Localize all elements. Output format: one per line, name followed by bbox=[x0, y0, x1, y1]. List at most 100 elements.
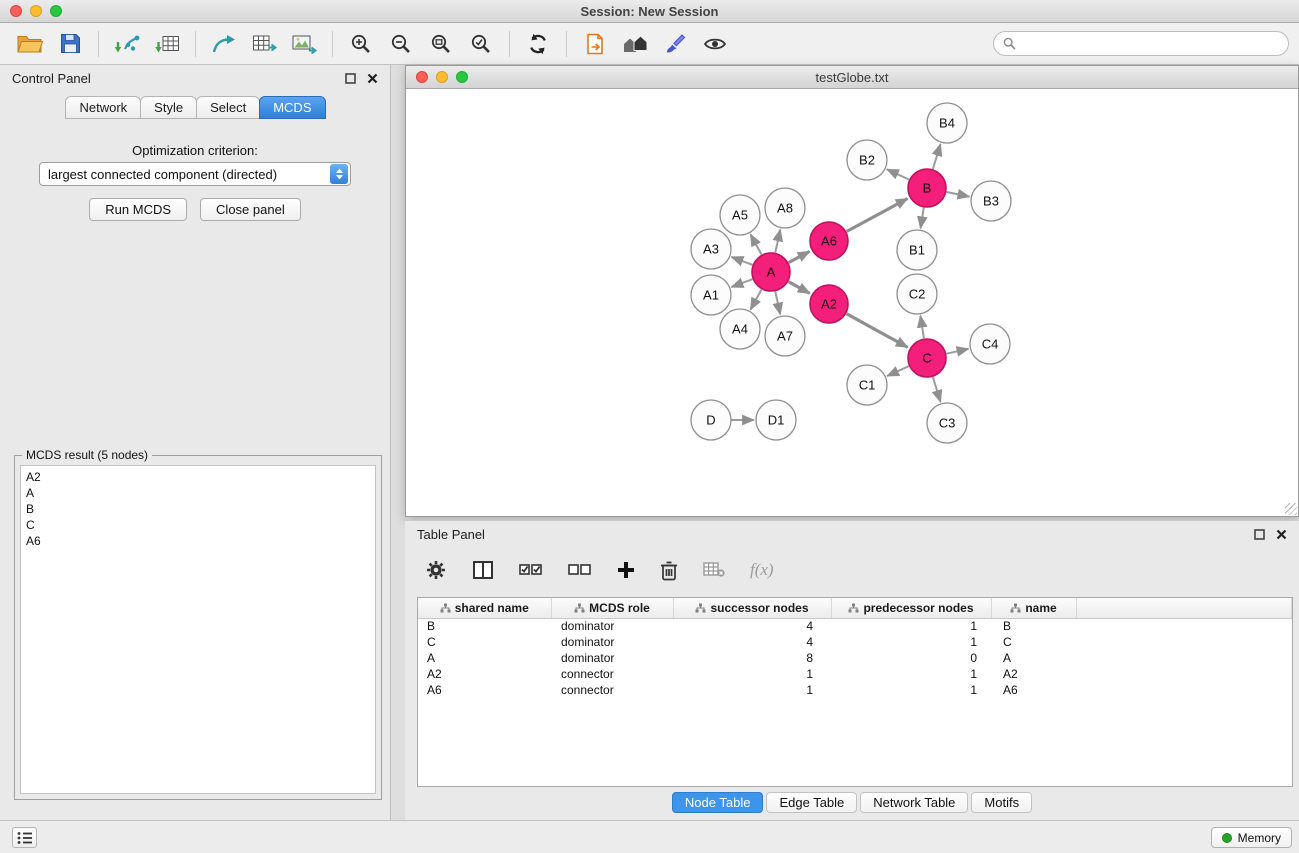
node-C4[interactable]: C4 bbox=[970, 324, 1010, 364]
column-header-mcds-role[interactable]: MCDS role bbox=[551, 598, 673, 618]
column-header-shared-name[interactable]: shared name bbox=[418, 598, 551, 618]
node-C3[interactable]: C3 bbox=[927, 403, 967, 443]
edge-A-A3[interactable] bbox=[732, 257, 753, 265]
cell-shared-name[interactable]: C bbox=[418, 634, 551, 650]
node-D[interactable]: D bbox=[691, 400, 731, 440]
edge-A-A6[interactable] bbox=[789, 251, 810, 262]
tab-node-table[interactable]: Node Table bbox=[672, 792, 764, 813]
node-D1[interactable]: D1 bbox=[756, 400, 796, 440]
optimization-criterion-select[interactable]: largest connected component (directed) bbox=[39, 162, 351, 186]
memory-button[interactable]: Memory bbox=[1211, 827, 1292, 848]
cell-shared-name[interactable]: B bbox=[418, 618, 551, 634]
mcds-result-item[interactable]: A6 bbox=[26, 533, 370, 549]
edge-A-A4[interactable] bbox=[751, 290, 762, 310]
edge-C-C4[interactable] bbox=[947, 349, 969, 354]
float-panel-icon[interactable] bbox=[345, 73, 356, 84]
node-A2[interactable]: A2 bbox=[810, 285, 848, 323]
tab-motifs[interactable]: Motifs bbox=[971, 792, 1032, 813]
edge-C-C1[interactable] bbox=[887, 366, 909, 376]
node-B3[interactable]: B3 bbox=[971, 181, 1011, 221]
edge-A-A1[interactable] bbox=[732, 279, 753, 287]
apply-preferred-layout-button[interactable] bbox=[520, 28, 556, 60]
resize-grip-icon[interactable] bbox=[1285, 503, 1297, 515]
save-session-button[interactable] bbox=[52, 28, 88, 60]
cell-predecessor-nodes[interactable]: 1 bbox=[831, 634, 991, 650]
mcds-result-item[interactable]: C bbox=[26, 517, 370, 533]
zoom-fit-content-button[interactable] bbox=[423, 28, 459, 60]
edge-A6-B[interactable] bbox=[847, 199, 908, 232]
tab-mcds[interactable]: MCDS bbox=[259, 96, 325, 119]
node-B4[interactable]: B4 bbox=[927, 103, 967, 143]
minimize-window-button[interactable] bbox=[30, 5, 42, 17]
edge-A-A8[interactable] bbox=[775, 230, 780, 253]
table-row[interactable]: Adominator80A bbox=[418, 650, 1292, 666]
cell-shared-name[interactable]: A2 bbox=[418, 666, 551, 682]
table-row[interactable]: Bdominator41B bbox=[418, 618, 1292, 634]
cell-successor-nodes[interactable]: 1 bbox=[673, 666, 831, 682]
edge-B-B3[interactable] bbox=[947, 192, 970, 197]
export-table-button[interactable] bbox=[246, 28, 282, 60]
column-header-predecessor-nodes[interactable]: predecessor nodes bbox=[831, 598, 991, 618]
tab-select[interactable]: Select bbox=[196, 96, 260, 119]
cell-mcds-role[interactable]: dominator bbox=[551, 634, 673, 650]
tab-edge-table[interactable]: Edge Table bbox=[766, 792, 857, 813]
edge-A2-C[interactable] bbox=[847, 314, 908, 348]
cell-shared-name[interactable]: A6 bbox=[418, 682, 551, 698]
table-mode-gear-icon[interactable] bbox=[425, 559, 447, 581]
function-builder-button[interactable]: f(x) bbox=[750, 560, 774, 580]
node-A7[interactable]: A7 bbox=[765, 316, 805, 356]
node-A6[interactable]: A6 bbox=[810, 222, 848, 260]
mcds-result-item[interactable]: A2 bbox=[26, 469, 370, 485]
cell-successor-nodes[interactable]: 4 bbox=[673, 618, 831, 634]
network-canvas[interactable]: B4B2BB3A5A8A6A3B1AA1C2A2A4A7C4CC1C3DD1 bbox=[406, 89, 1298, 516]
apply-style-button[interactable] bbox=[657, 28, 693, 60]
node-A1[interactable]: A1 bbox=[691, 275, 731, 315]
cell-predecessor-nodes[interactable]: 1 bbox=[831, 618, 991, 634]
export-network-button[interactable] bbox=[206, 28, 242, 60]
node-B1[interactable]: B1 bbox=[897, 230, 937, 270]
cell-mcds-role[interactable]: connector bbox=[551, 682, 673, 698]
close-panel-icon[interactable] bbox=[1276, 529, 1287, 540]
node-C[interactable]: C bbox=[908, 339, 946, 377]
close-panel-button[interactable]: Close panel bbox=[200, 198, 301, 221]
cell-name[interactable]: A6 bbox=[991, 682, 1076, 698]
import-table-from-file-button[interactable] bbox=[149, 28, 185, 60]
table-row[interactable]: Cdominator41C bbox=[418, 634, 1292, 650]
cell-predecessor-nodes[interactable]: 1 bbox=[831, 666, 991, 682]
select-all-icon[interactable] bbox=[519, 561, 543, 579]
cell-mcds-role[interactable]: connector bbox=[551, 666, 673, 682]
cell-name[interactable]: B bbox=[991, 618, 1076, 634]
edge-C-C2[interactable] bbox=[920, 316, 924, 339]
cell-successor-nodes[interactable]: 8 bbox=[673, 650, 831, 666]
cell-name[interactable]: A bbox=[991, 650, 1076, 666]
open-session-button[interactable] bbox=[12, 28, 48, 60]
zoom-selected-region-button[interactable] bbox=[463, 28, 499, 60]
search-input[interactable] bbox=[1022, 36, 1279, 51]
cell-predecessor-nodes[interactable]: 0 bbox=[831, 650, 991, 666]
edge-B-B1[interactable] bbox=[921, 208, 924, 229]
node-B[interactable]: B bbox=[908, 169, 946, 207]
cell-name[interactable]: C bbox=[991, 634, 1076, 650]
home-button[interactable] bbox=[617, 28, 653, 60]
tab-style[interactable]: Style bbox=[140, 96, 197, 119]
node-A[interactable]: A bbox=[752, 253, 790, 291]
node-A5[interactable]: A5 bbox=[720, 195, 760, 235]
show-hide-graphics-details-button[interactable] bbox=[697, 28, 733, 60]
cell-mcds-role[interactable]: dominator bbox=[551, 618, 673, 634]
column-header-successor-nodes[interactable]: successor nodes bbox=[673, 598, 831, 618]
node-C1[interactable]: C1 bbox=[847, 365, 887, 405]
show-columns-icon[interactable] bbox=[472, 560, 494, 580]
edge-B-B2[interactable] bbox=[887, 169, 909, 179]
node-A3[interactable]: A3 bbox=[691, 229, 731, 269]
cell-predecessor-nodes[interactable]: 1 bbox=[831, 682, 991, 698]
cell-successor-nodes[interactable]: 1 bbox=[673, 682, 831, 698]
edge-A-A2[interactable] bbox=[789, 282, 810, 294]
table-row[interactable]: A6connector11A6 bbox=[418, 682, 1292, 698]
close-window-button[interactable] bbox=[10, 5, 22, 17]
mcds-result-item[interactable]: A bbox=[26, 485, 370, 501]
cell-mcds-role[interactable]: dominator bbox=[551, 650, 673, 666]
cell-name[interactable]: A2 bbox=[991, 666, 1076, 682]
cell-shared-name[interactable]: A bbox=[418, 650, 551, 666]
create-column-icon[interactable] bbox=[617, 561, 635, 579]
column-header-name[interactable]: name bbox=[991, 598, 1076, 618]
